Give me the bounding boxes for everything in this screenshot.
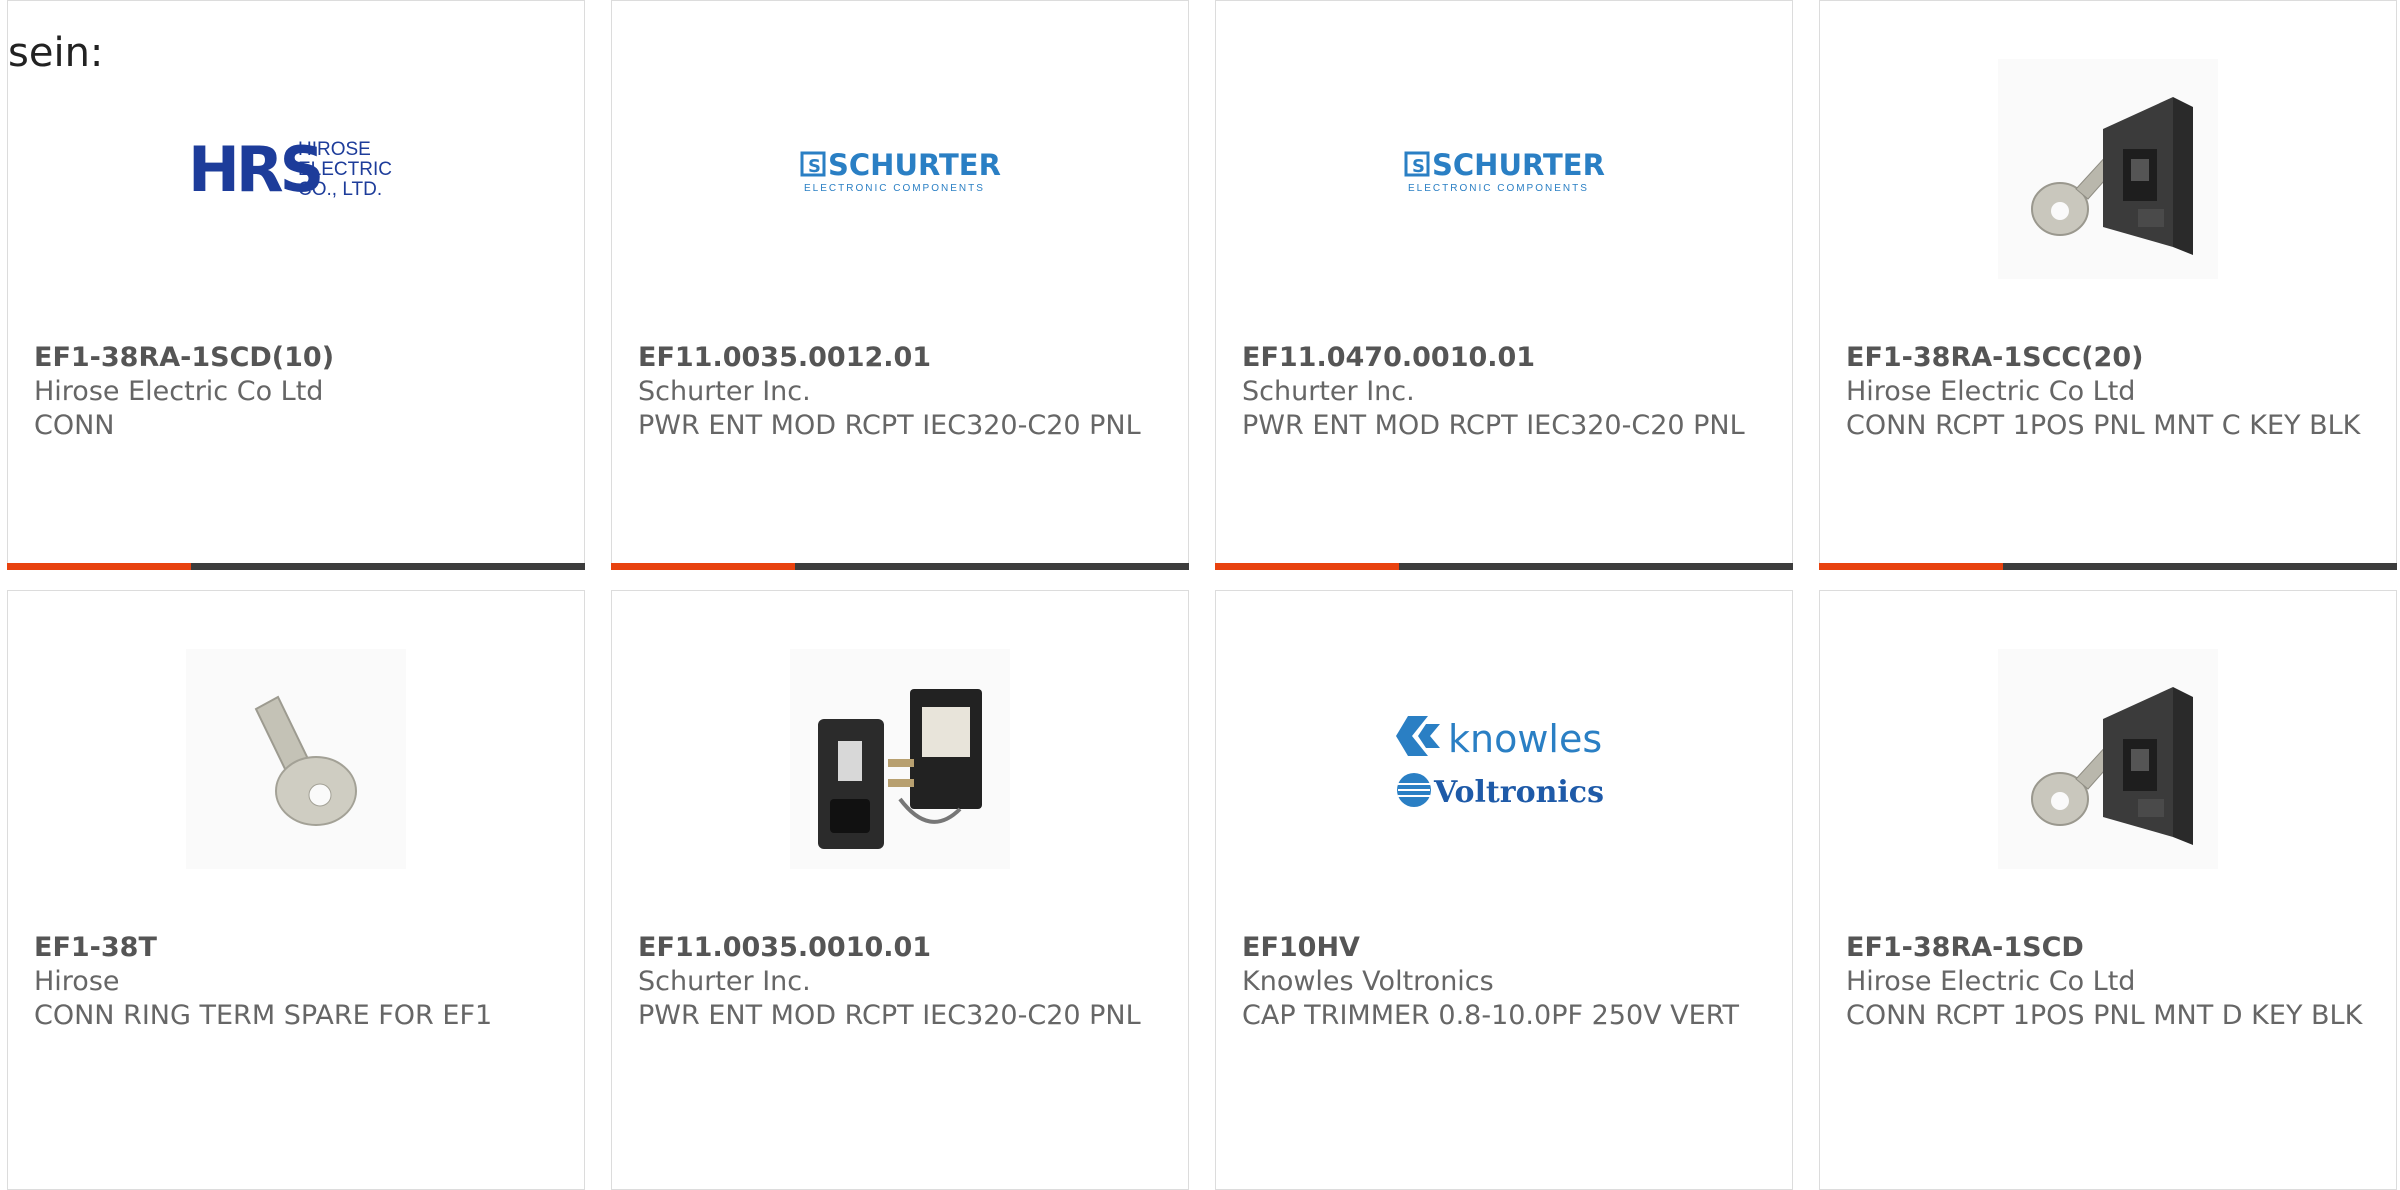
description: PWR ENT MOD RCPT IEC320-C20 PNL — [638, 1000, 1141, 1031]
part-number[interactable]: EF11.0470.0010.01 — [1242, 341, 1772, 375]
svg-text:SCHURTER: SCHURTER — [828, 148, 1001, 182]
part-number[interactable]: EF1-38RA-1SCD(10) — [34, 341, 564, 375]
accent-bar — [611, 563, 795, 570]
product-info: EF11.0035.0012.01 Schurter Inc. PWR ENT … — [638, 341, 1168, 443]
description: CONN RCPT 1POS PNL MNT C KEY BLK — [1846, 410, 2361, 441]
manufacturer: Hirose Electric Co Ltd — [1846, 376, 2136, 407]
description: CONN RING TERM SPARE FOR EF1 — [34, 1000, 493, 1031]
svg-text:knowles: knowles — [1448, 717, 1602, 761]
product-card[interactable]: EF11.0035.0010.01 Schurter Inc. PWR ENT … — [611, 590, 1189, 1190]
accent-bar — [1215, 563, 1399, 570]
card-footer-bar — [611, 563, 1189, 570]
part-number[interactable]: EF1-38RA-1SCC(20) — [1846, 341, 2376, 375]
manufacturer: Hirose Electric Co Ltd — [34, 376, 324, 407]
hirose-logo[interactable]: HRS HIROSE ELECTRIC CO., LTD. — [8, 59, 584, 279]
panel-connector-photo[interactable] — [1820, 59, 2396, 279]
description: CONN — [34, 410, 115, 441]
product-card[interactable]: EF1-38RA-1SCD Hirose Electric Co Ltd CON… — [1819, 590, 2397, 1190]
description: PWR ENT MOD RCPT IEC320-C20 PNL — [638, 410, 1141, 441]
svg-text:S: S — [808, 156, 821, 177]
svg-text:ELECTRONIC COMPONENTS: ELECTRONIC COMPONENTS — [1408, 183, 1589, 194]
product-info: EF1-38T Hirose CONN RING TERM SPARE FOR … — [34, 931, 564, 1033]
card-footer-bar — [7, 563, 585, 570]
description: PWR ENT MOD RCPT IEC320-C20 PNL — [1242, 410, 1745, 441]
product-card[interactable]: EF1-38T Hirose CONN RING TERM SPARE FOR … — [7, 590, 585, 1190]
svg-text:ELECTRIC: ELECTRIC — [298, 159, 392, 180]
intro-text: sein: — [8, 30, 104, 76]
panel-connector-photo[interactable] — [1820, 649, 2396, 869]
product-info: EF11.0470.0010.01 Schurter Inc. PWR ENT … — [1242, 341, 1772, 443]
part-number[interactable]: EF10HV — [1242, 931, 1772, 965]
product-info: EF1-38RA-1SCD Hirose Electric Co Ltd CON… — [1846, 931, 2376, 1033]
schurter-logo[interactable]: S SCHURTER ELECTRONIC COMPONENTS — [612, 59, 1188, 279]
manufacturer: Knowles Voltronics — [1242, 966, 1494, 997]
product-card[interactable]: S SCHURTER ELECTRONIC COMPONENTS EF11.00… — [611, 0, 1189, 570]
manufacturer: Hirose Electric Co Ltd — [1846, 966, 2136, 997]
product-card[interactable]: knowles Voltronics EF10HV Knowles Voltro… — [1215, 590, 1793, 1190]
svg-text:SCHURTER: SCHURTER — [1432, 148, 1605, 182]
power-entry-module-photo[interactable] — [612, 649, 1188, 869]
product-card[interactable]: HRS HIROSE ELECTRIC CO., LTD. EF1-38RA-1… — [7, 0, 585, 570]
svg-text:ELECTRONIC COMPONENTS: ELECTRONIC COMPONENTS — [804, 183, 985, 194]
knowles-voltronics-logo[interactable]: knowles Voltronics — [1216, 649, 1792, 869]
accent-bar — [7, 563, 191, 570]
ring-terminal-photo[interactable] — [8, 649, 584, 869]
product-card[interactable]: EF1-38RA-1SCC(20) Hirose Electric Co Ltd… — [1819, 0, 2397, 570]
svg-text:Voltronics: Voltronics — [1433, 775, 1604, 810]
card-footer-bar — [1819, 563, 2397, 570]
manufacturer: Schurter Inc. — [638, 966, 811, 997]
part-number[interactable]: EF11.0035.0010.01 — [638, 931, 1168, 965]
product-info: EF1-38RA-1SCD(10) Hirose Electric Co Ltd… — [34, 341, 564, 443]
svg-text:S: S — [1412, 156, 1425, 177]
svg-text:HIROSE: HIROSE — [298, 139, 371, 160]
product-info: EF1-38RA-1SCC(20) Hirose Electric Co Ltd… — [1846, 341, 2376, 443]
product-info: EF11.0035.0010.01 Schurter Inc. PWR ENT … — [638, 931, 1168, 1033]
description: CONN RCPT 1POS PNL MNT D KEY BLK — [1846, 1000, 2363, 1031]
part-number[interactable]: EF1-38T — [34, 931, 564, 965]
product-grid: HRS HIROSE ELECTRIC CO., LTD. EF1-38RA-1… — [0, 0, 2400, 1190]
part-number[interactable]: EF1-38RA-1SCD — [1846, 931, 2376, 965]
product-card[interactable]: S SCHURTER ELECTRONIC COMPONENTS EF11.04… — [1215, 0, 1793, 570]
schurter-logo[interactable]: S SCHURTER ELECTRONIC COMPONENTS — [1216, 59, 1792, 279]
card-footer-bar — [1215, 563, 1793, 570]
manufacturer: Schurter Inc. — [1242, 376, 1415, 407]
manufacturer: Schurter Inc. — [638, 376, 811, 407]
svg-text:CO., LTD.: CO., LTD. — [298, 179, 382, 200]
product-info: EF10HV Knowles Voltronics CAP TRIMMER 0.… — [1242, 931, 1772, 1033]
accent-bar — [1819, 563, 2003, 570]
part-number[interactable]: EF11.0035.0012.01 — [638, 341, 1168, 375]
description: CAP TRIMMER 0.8-10.0PF 250V VERT — [1242, 1000, 1739, 1031]
manufacturer: Hirose — [34, 966, 120, 997]
